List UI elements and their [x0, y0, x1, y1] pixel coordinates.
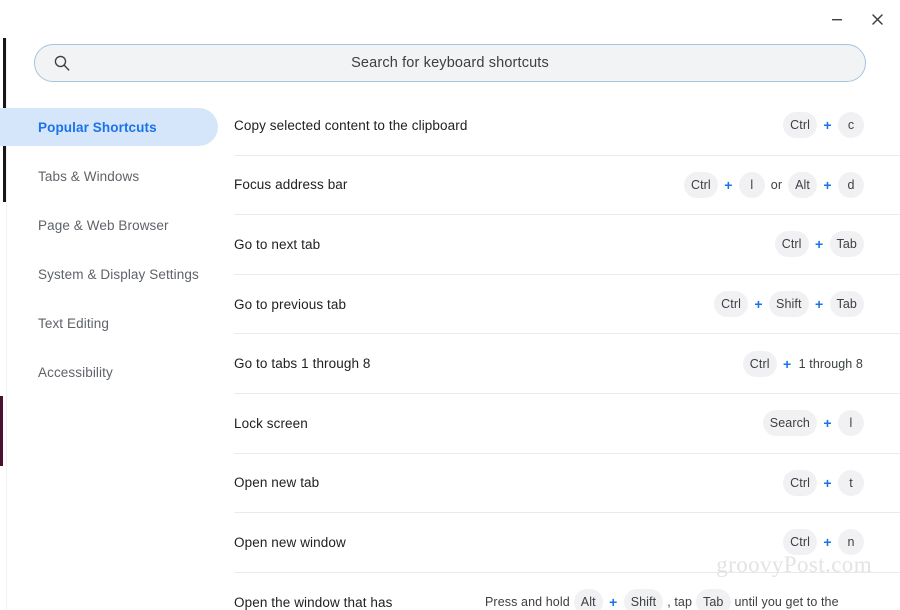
plus-separator: + — [823, 176, 832, 193]
search-icon — [54, 55, 70, 71]
shortcut-row: Open new tab Ctrl + t — [234, 454, 900, 514]
key-cap: Ctrl — [783, 529, 817, 556]
shortcut-row: Lock screen Search + l — [234, 394, 900, 454]
key-cap: c — [838, 112, 864, 139]
window-controls — [820, 0, 894, 38]
key-cap: l — [738, 171, 765, 198]
key-cap: Ctrl — [783, 112, 817, 139]
shortcut-row: Open new window Ctrl + n — [234, 513, 900, 573]
shortcut-key-combo: Ctrl + n — [783, 529, 864, 556]
key-combo-text: until you get to the — [734, 595, 839, 610]
minimize-icon — [832, 19, 842, 21]
shortcut-row: Copy selected content to the clipboard Ct… — [234, 96, 900, 156]
shortcut-row: Go to previous tab Ctrl + Shift + Tab — [234, 275, 900, 335]
sidebar-item-accessibility[interactable]: Accessibility — [0, 353, 218, 391]
or-separator: or — [770, 177, 783, 192]
shortcut-list: Copy selected content to the clipboard Ct… — [234, 96, 900, 610]
shortcut-description: Copy selected content to the clipboard — [234, 117, 468, 133]
key-cap: t — [838, 469, 864, 496]
shortcut-description: Open new window — [234, 534, 346, 550]
sidebar-item-label: Text Editing — [38, 315, 109, 331]
shortcut-description: Go to tabs 1 through 8 — [234, 356, 371, 372]
shortcut-row: Go to next tab Ctrl + Tab — [234, 215, 900, 275]
key-cap: Ctrl — [683, 171, 718, 198]
close-button[interactable] — [860, 4, 894, 34]
shortcut-description: Open new tab — [234, 475, 320, 491]
key-combo-text: , tap — [667, 595, 693, 610]
plus-separator: + — [609, 594, 618, 610]
key-cap: Shift — [623, 589, 664, 610]
plus-separator: + — [754, 296, 763, 313]
plus-separator: + — [823, 117, 832, 134]
shortcut-key-combo: Ctrl +1 through 8 — [742, 350, 864, 377]
shortcut-description: Go to next tab — [234, 236, 321, 252]
sidebar-item-page-and-web-browser[interactable]: Page & Web Browser — [0, 206, 218, 244]
search-bar[interactable]: Search for keyboard shortcuts — [34, 44, 866, 82]
shortcut-description: Focus address bar — [234, 177, 348, 193]
key-cap: Ctrl — [783, 469, 817, 496]
key-cap: Ctrl — [774, 231, 809, 258]
shortcut-description: Open the window that has — [234, 594, 393, 610]
shortcut-description: Lock screen — [234, 415, 308, 431]
key-cap: Tab — [696, 589, 731, 610]
category-sidebar: Popular Shortcuts Tabs & Windows Page & We… — [0, 96, 234, 610]
sidebar-item-label: Tabs & Windows — [38, 168, 140, 184]
sidebar-item-label: Accessibility — [38, 364, 113, 380]
key-cap: Shift — [769, 291, 809, 318]
close-icon — [871, 13, 883, 25]
key-cap: Alt — [573, 589, 603, 610]
sidebar-item-system-and-display-settings[interactable]: System & Display Settings — [0, 255, 218, 293]
shortcut-key-combo: Ctrl + c — [783, 112, 864, 139]
key-combo-text: Press and hold — [485, 595, 570, 610]
key-cap: d — [838, 171, 864, 198]
sidebar-item-label: Page & Web Browser — [38, 217, 169, 233]
key-cap: Tab — [829, 291, 864, 318]
plus-separator: + — [724, 176, 733, 193]
plus-separator: + — [823, 415, 832, 432]
shortcut-row: Focus address bar Ctrl + l or Alt + d — [234, 156, 900, 216]
plus-separator: + — [823, 534, 832, 551]
plus-separator: + — [814, 236, 824, 253]
key-cap: Ctrl — [714, 291, 749, 318]
key-cap: Search — [762, 410, 817, 437]
search-input[interactable]: Search for keyboard shortcuts — [34, 44, 866, 82]
shortcut-row: Open the window that has Press and hold Al… — [234, 573, 900, 610]
shortcut-key-combo: Ctrl + Tab — [774, 231, 864, 258]
shortcut-key-combo: Ctrl + l or Alt + d — [683, 171, 864, 198]
sidebar-item-label: System & Display Settings — [38, 266, 199, 282]
keyboard-shortcuts-window: Search for keyboard shortcuts Popular Sh… — [0, 0, 900, 610]
main-content: Popular Shortcuts Tabs & Windows Page & We… — [0, 96, 900, 610]
shortcut-key-combo: Press and hold Alt + Shift, tap Tab until you… — [484, 589, 840, 610]
minimize-button[interactable] — [820, 4, 854, 34]
sidebar-item-text-editing[interactable]: Text Editing — [0, 304, 218, 342]
shortcut-key-combo: Ctrl + t — [783, 469, 864, 496]
search-placeholder-text: Search for keyboard shortcuts — [351, 55, 549, 71]
key-cap: Tab — [829, 231, 864, 258]
key-cap: l — [838, 410, 864, 437]
shortcut-row: Go to tabs 1 through 8 Ctrl +1 through 8 — [234, 334, 900, 394]
shortcut-description: Go to previous tab — [234, 296, 347, 312]
shortcut-key-combo: Ctrl + Shift + Tab — [714, 291, 864, 318]
key-cap: Alt — [788, 171, 817, 198]
sidebar-item-popular-shortcuts[interactable]: Popular Shortcuts — [0, 108, 218, 146]
sidebar-item-tabs-and-windows[interactable]: Tabs & Windows — [0, 157, 218, 195]
shortcut-key-combo: Search + l — [762, 410, 864, 437]
plus-separator: + — [814, 296, 824, 313]
sidebar-item-label: Popular Shortcuts — [38, 119, 157, 135]
key-cap: n — [838, 529, 864, 556]
key-combo-text: 1 through 8 — [798, 356, 863, 371]
plus-separator: + — [783, 355, 792, 372]
plus-separator: + — [823, 474, 832, 491]
title-bar — [0, 0, 900, 38]
key-cap: Ctrl — [742, 350, 777, 377]
